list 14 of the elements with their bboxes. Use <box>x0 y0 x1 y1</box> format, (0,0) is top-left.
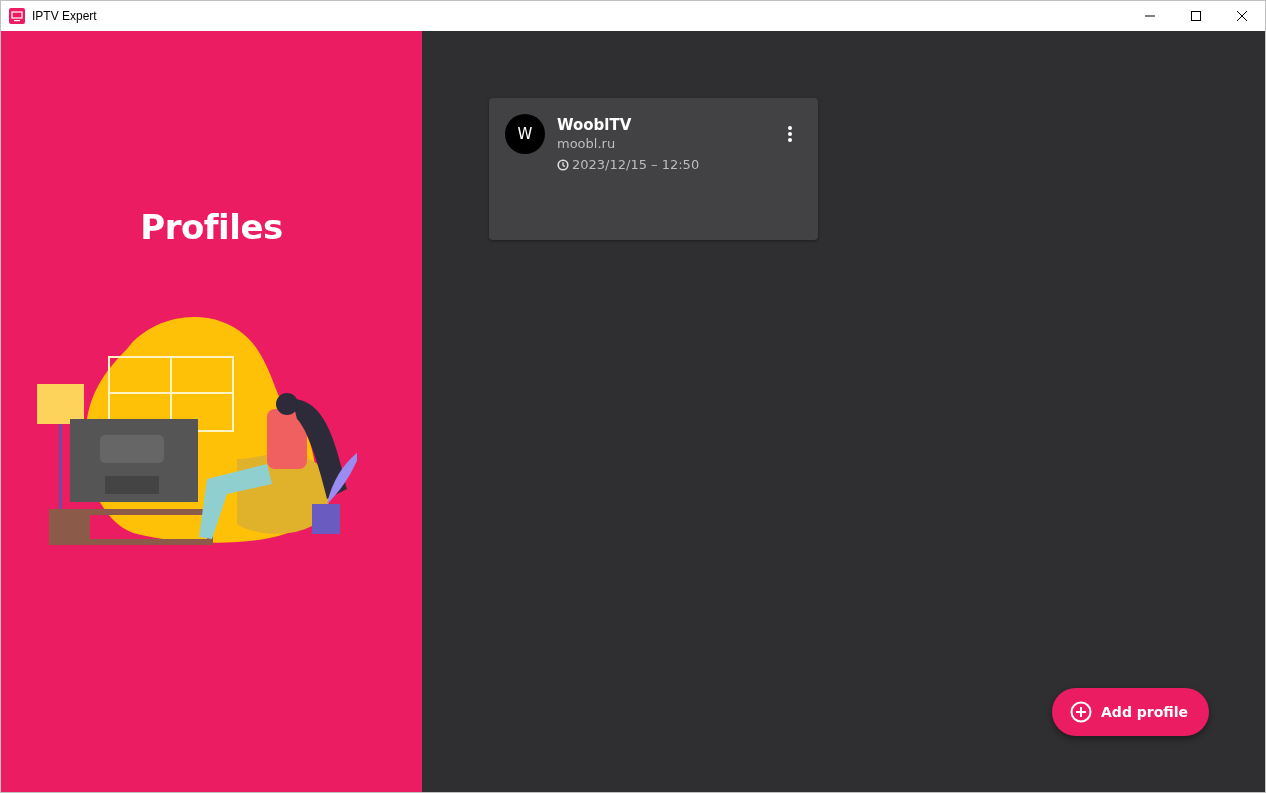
add-profile-button[interactable]: Add profile <box>1052 688 1209 736</box>
page-title: Profiles <box>140 207 283 247</box>
profile-name: WooblTV <box>557 116 633 134</box>
profile-host: moobl.ru <box>557 136 617 151</box>
profile-card[interactable]: W WooblTV moobl.ru 2023/12/15 – 12:50 <box>489 98 818 240</box>
app-icon <box>9 8 25 24</box>
profile-date: 2023/12/15 – 12:50 <box>572 157 700 172</box>
avatar: W <box>505 114 545 154</box>
window-title: IPTV Expert <box>32 9 98 23</box>
clock-icon <box>557 158 569 171</box>
more-vertical-icon <box>788 126 792 142</box>
maximize-icon <box>1191 11 1201 21</box>
close-icon <box>1237 11 1247 21</box>
add-circle-icon <box>1070 701 1093 723</box>
